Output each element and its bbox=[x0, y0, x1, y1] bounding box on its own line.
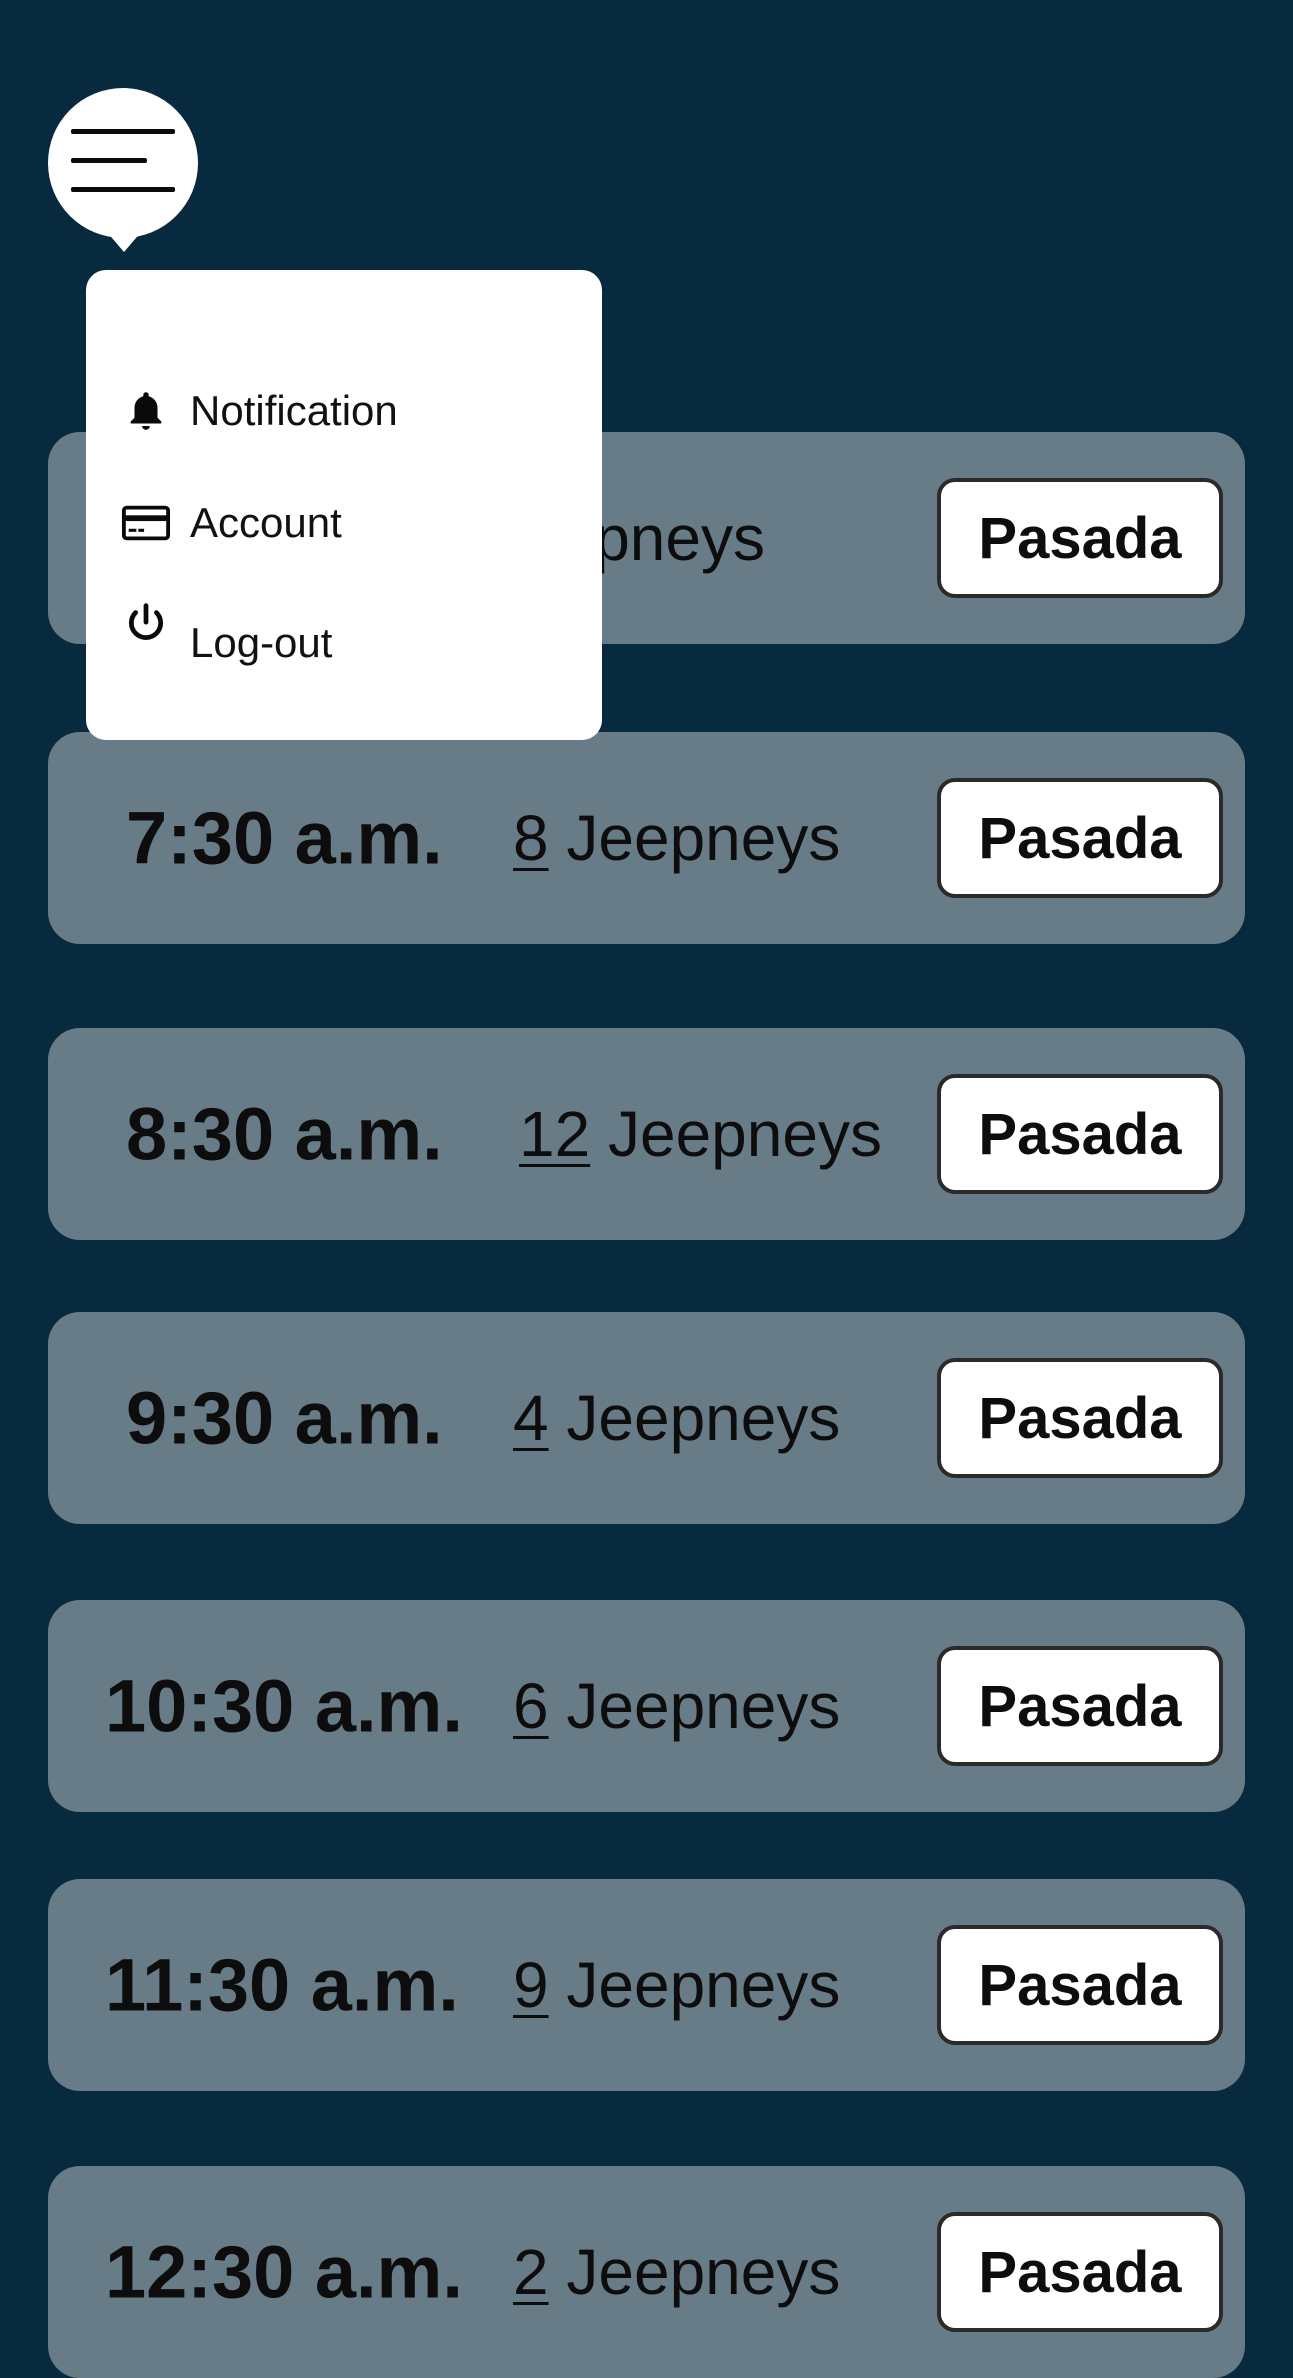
menu-icon-line bbox=[71, 129, 175, 134]
schedule-time: 7:30 a.m. bbox=[126, 796, 443, 880]
schedule-row: 8:30 a.m. 12 Jeepneys Pasada bbox=[48, 1028, 1245, 1240]
jeepney-count-number[interactable]: 8 bbox=[513, 802, 549, 874]
menu-item-label: Notification bbox=[190, 387, 398, 434]
pasada-button[interactable]: Pasada bbox=[937, 778, 1223, 898]
pasada-button[interactable]: Pasada bbox=[937, 1925, 1223, 2045]
power-icon bbox=[120, 598, 172, 650]
schedule-time: 9:30 a.m. bbox=[126, 1376, 443, 1460]
jeepney-count: 8 Jeepneys bbox=[513, 801, 840, 875]
menu-item-label: Log-out bbox=[190, 619, 333, 666]
pasada-button[interactable]: Pasada bbox=[937, 1074, 1223, 1194]
pasada-button[interactable]: Pasada bbox=[937, 1358, 1223, 1478]
menu-item-notification[interactable]: Notification bbox=[120, 376, 560, 446]
jeepney-count-unit: Jeepneys bbox=[566, 802, 841, 874]
menu-dropdown: Notification Account Log-out bbox=[86, 270, 602, 740]
jeepney-count-number[interactable]: 4 bbox=[513, 1382, 549, 1454]
jeepney-count-unit: Jeepneys bbox=[607, 1098, 882, 1170]
menu-icon-line bbox=[71, 158, 147, 163]
menu-item-label: Account bbox=[190, 499, 342, 546]
jeepney-count: 4 Jeepneys bbox=[513, 1381, 840, 1455]
jeepney-count: 6 Jeepneys bbox=[513, 1669, 840, 1743]
menu-pointer bbox=[100, 224, 148, 252]
jeepney-count-number[interactable]: 2 bbox=[513, 2236, 549, 2308]
schedule-time: 12:30 a.m. bbox=[105, 2230, 463, 2314]
pasada-button[interactable]: Pasada bbox=[937, 478, 1223, 598]
menu-item-account[interactable]: Account bbox=[120, 488, 560, 558]
jeepney-count: 9 Jeepneys bbox=[513, 1948, 840, 2022]
menu-button[interactable] bbox=[48, 88, 198, 252]
menu-icon-line bbox=[71, 187, 175, 192]
jeepney-count-number[interactable]: 12 bbox=[519, 1098, 590, 1170]
jeepney-count-number[interactable]: 6 bbox=[513, 1670, 549, 1742]
jeepney-count-unit: Jeepneys bbox=[566, 1670, 841, 1742]
jeepney-count-unit: Jeepneys bbox=[566, 2236, 841, 2308]
jeepney-count: 12 Jeepneys bbox=[519, 1097, 882, 1171]
menu-item-log-out[interactable]: Log-out bbox=[120, 600, 560, 670]
bell-icon bbox=[120, 385, 172, 437]
schedule-row: 11:30 a.m. 9 Jeepneys Pasada bbox=[48, 1879, 1245, 2091]
pasada-button[interactable]: Pasada bbox=[937, 1646, 1223, 1766]
jeepney-count: 2 Jeepneys bbox=[513, 2235, 840, 2309]
pasada-button[interactable]: Pasada bbox=[937, 2212, 1223, 2332]
schedule-row: 7:30 a.m. 8 Jeepneys Pasada bbox=[48, 732, 1245, 944]
schedule-row: 10:30 a.m. 6 Jeepneys Pasada bbox=[48, 1600, 1245, 1812]
jeepney-count-unit: Jeepneys bbox=[566, 1382, 841, 1454]
schedule-time: 8:30 a.m. bbox=[126, 1092, 443, 1176]
schedule-time: 11:30 a.m. bbox=[105, 1943, 459, 2027]
schedule-row: 12:30 a.m. 2 Jeepneys Pasada bbox=[48, 2166, 1245, 2378]
schedule-time: 10:30 a.m. bbox=[105, 1664, 463, 1748]
credit-card-icon bbox=[120, 497, 172, 549]
jeepney-count-number[interactable]: 9 bbox=[513, 1949, 549, 2021]
schedule-row: 9:30 a.m. 4 Jeepneys Pasada bbox=[48, 1312, 1245, 1524]
jeepney-count-unit: Jeepneys bbox=[566, 1949, 841, 2021]
